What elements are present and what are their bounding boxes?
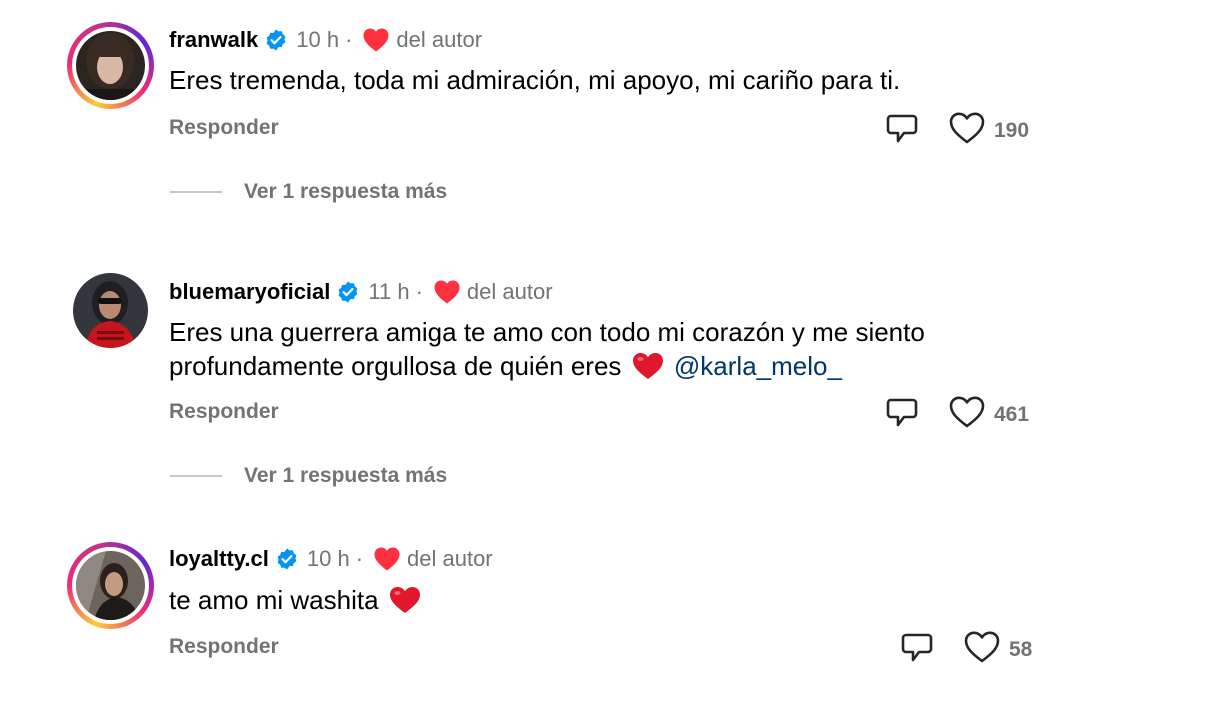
author-like-label: del autor <box>466 279 553 304</box>
comment-text: te amo mi washita <box>169 583 1069 617</box>
separator-dot: · <box>415 279 423 304</box>
author-like-label: del autor <box>396 27 483 52</box>
comment-time: 10 h <box>306 546 350 571</box>
view-replies-label: Ver 1 respuesta más <box>244 180 448 203</box>
like-count: 58 <box>1009 637 1033 661</box>
avatar-story-ring[interactable] <box>67 22 154 109</box>
comment-time: 10 h <box>296 27 340 52</box>
replies-divider-line <box>170 475 222 477</box>
like-heart-outline-icon <box>948 395 986 434</box>
dislike-icon <box>884 111 920 152</box>
separator-dot: · <box>345 27 353 52</box>
username[interactable]: loyaltty.cl <box>169 546 269 572</box>
reply-button[interactable]: Responder <box>169 635 279 659</box>
comment-text: Eres tremenda, toda mi admiración, mi ap… <box>169 65 901 95</box>
comment-text-line1: Eres una guerrera amiga te amo con todo … <box>169 317 925 347</box>
avatar-story-ring[interactable] <box>67 542 154 629</box>
comment-text-body: te amo mi washita <box>169 585 379 615</box>
verified-badge-icon <box>264 28 288 52</box>
comment-text-line2: profundamente orgullosa de quién eres <box>169 351 622 381</box>
like-button[interactable]: 461 <box>948 395 1029 434</box>
like-count: 190 <box>994 118 1030 142</box>
comments-page: franwalk 10 h · del autor Eres tremenda,… <box>0 0 1232 705</box>
verified-badge-icon <box>336 280 360 304</box>
comment-text: Eres una guerrera amiga te amo con todo … <box>169 315 1069 383</box>
dislike-button[interactable] <box>884 395 920 436</box>
reply-button[interactable]: Responder <box>169 400 279 424</box>
red-heart-emoji <box>388 585 422 615</box>
dislike-icon <box>899 630 935 671</box>
dislike-button[interactable] <box>899 630 935 671</box>
like-count: 461 <box>994 402 1030 426</box>
dislike-icon <box>884 395 920 436</box>
comment-meta: bluemaryoficial 11 h · del autor <box>169 277 553 307</box>
like-heart-outline-icon <box>948 111 986 150</box>
like-heart-outline-icon <box>963 630 1001 669</box>
comment-time: 11 h <box>368 279 410 304</box>
red-heart-emoji <box>631 351 665 381</box>
username[interactable]: franwalk <box>169 27 258 53</box>
avatar[interactable] <box>73 273 148 348</box>
separator-dot: · <box>355 546 364 571</box>
heart-icon <box>433 279 461 305</box>
replies-divider-line <box>170 191 222 193</box>
heart-icon <box>373 546 401 572</box>
verified-badge-icon <box>275 547 299 571</box>
username[interactable]: bluemaryoficial <box>169 279 330 305</box>
dislike-button[interactable] <box>884 111 920 152</box>
comment-meta: loyaltty.cl 10 h · del autor <box>169 544 493 574</box>
heart-icon <box>362 27 390 53</box>
view-replies-button[interactable]: Ver 1 respuesta más <box>170 464 447 488</box>
avatar <box>76 551 145 620</box>
view-replies-label: Ver 1 respuesta más <box>244 464 448 487</box>
reply-button[interactable]: Responder <box>169 116 279 140</box>
mention-link[interactable]: @karla_melo_ <box>674 351 842 381</box>
like-button[interactable]: 190 <box>948 111 1029 150</box>
author-like-label: del autor <box>407 546 493 571</box>
view-replies-button[interactable]: Ver 1 respuesta más <box>170 180 447 204</box>
avatar <box>76 31 145 100</box>
like-button[interactable]: 58 <box>963 630 1032 669</box>
comment-meta: franwalk 10 h · del autor <box>169 25 482 55</box>
